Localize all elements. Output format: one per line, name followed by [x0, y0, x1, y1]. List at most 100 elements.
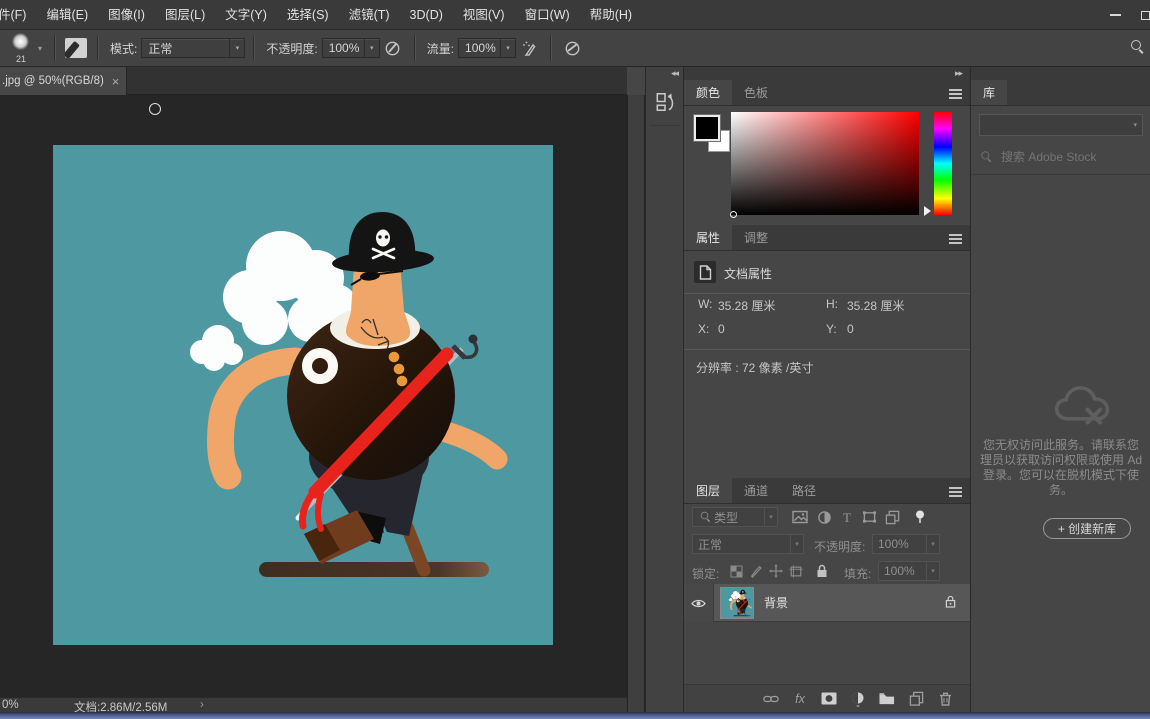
x-label: X: [698, 322, 710, 336]
eye-icon [691, 599, 706, 607]
expand-panels-button[interactable]: ◂◂ [646, 67, 683, 80]
tab-layers[interactable]: 图层 [684, 478, 733, 503]
tab-adjustments[interactable]: 调整 [732, 225, 780, 250]
scrollbar-track[interactable] [627, 95, 645, 712]
y-value[interactable]: 0 [847, 322, 854, 336]
height-value[interactable]: 35.28 厘米 [847, 297, 904, 314]
filter-pixel-layers-icon[interactable] [790, 508, 810, 526]
layer-name[interactable]: 背景 [764, 584, 788, 622]
menu-image[interactable]: 图像(I) [98, 0, 155, 30]
lock-all-icon[interactable] [812, 562, 832, 580]
brush-settings-toggle[interactable] [63, 36, 89, 60]
minimize-button[interactable] [1100, 0, 1130, 30]
layer-style-button[interactable]: fx [791, 692, 809, 706]
menu-file[interactable]: 件(F) [0, 0, 36, 30]
status-chevron-icon[interactable]: › [200, 699, 204, 711]
menu-help[interactable]: 帮助(H) [580, 0, 642, 30]
new-adjustment-layer-icon[interactable] [849, 691, 867, 707]
tab-properties[interactable]: 属性 [684, 225, 733, 250]
menu-select[interactable]: 选择(S) [277, 0, 339, 30]
lock-pixels-icon[interactable] [746, 562, 766, 580]
collapse-panels-button[interactable] [971, 67, 1150, 80]
filter-smart-objects-icon[interactable] [882, 508, 902, 526]
color-picker-handle[interactable] [730, 211, 737, 218]
tab-channels[interactable]: 通道 [732, 478, 780, 503]
new-layer-icon[interactable] [907, 691, 925, 706]
create-new-library-button[interactable]: + 创建新库 [1043, 518, 1131, 539]
ground [259, 562, 489, 577]
chevron-down-icon[interactable]: ▾ [38, 44, 42, 53]
smoothing-pressure-icon[interactable] [559, 36, 585, 60]
chevron-down-icon: ▾ [926, 535, 939, 553]
filter-adjustment-layers-icon[interactable] [814, 508, 834, 526]
close-tab-icon[interactable]: × [112, 75, 120, 88]
panel-menu-icon[interactable] [949, 487, 962, 489]
layer-visibility-toggle[interactable] [684, 584, 714, 622]
filter-type-layers-icon[interactable]: T [837, 508, 857, 526]
layer-opacity-value: 100% [878, 537, 909, 551]
hue-slider-handle[interactable] [924, 206, 931, 216]
delete-layer-icon[interactable] [936, 692, 954, 706]
color-panel [684, 106, 970, 225]
color-panel-tabs: 颜色 色板 [684, 80, 970, 106]
brush-preset-picker[interactable]: 21 [8, 32, 34, 64]
brush-tip-icon [12, 33, 29, 50]
add-layer-mask-icon[interactable] [820, 692, 838, 705]
canvas-artwork [53, 145, 553, 645]
document-tab[interactable]: .jpg @ 50%(RGB/8) × [0, 67, 127, 95]
x-value[interactable]: 0 [718, 322, 725, 336]
menu-3d[interactable]: 3D(D) [400, 0, 453, 30]
layer-filter-select[interactable]: 类型 ▾ [692, 507, 778, 527]
lock-position-icon[interactable] [766, 562, 786, 580]
tab-swatches[interactable]: 色板 [732, 80, 780, 105]
canvas-area[interactable] [0, 95, 627, 697]
filter-shape-layers-icon[interactable] [859, 508, 879, 526]
saturation-brightness-field[interactable] [730, 112, 919, 218]
tab-color[interactable]: 颜色 [684, 80, 733, 105]
new-group-icon[interactable] [878, 692, 896, 705]
lock-transparency-icon[interactable] [726, 562, 746, 580]
opacity-pressure-icon[interactable] [380, 36, 406, 60]
menu-layer[interactable]: 图层(L) [155, 0, 215, 30]
chevron-down-icon: ▾ [790, 535, 803, 553]
layer-blend-mode-select[interactable]: 正常 ▾ [692, 534, 804, 554]
foreground-color-swatch[interactable] [693, 114, 721, 142]
collapse-panels-button[interactable]: ▸▸ [684, 67, 970, 80]
tab-libraries[interactable]: 库 [971, 80, 1008, 105]
brush-size-value: 21 [15, 54, 26, 64]
link-layers-icon[interactable] [762, 694, 780, 704]
layer-row-background[interactable]: 背景 [684, 584, 970, 622]
opacity-select[interactable]: 100% ▾ [321, 38, 380, 58]
flow-label: 流量: [426, 41, 455, 56]
layer-opacity-select[interactable]: 100% ▾ [872, 534, 940, 554]
panel-menu-icon[interactable] [949, 234, 962, 236]
maximize-button[interactable] [1130, 0, 1150, 30]
library-select[interactable]: ▾ [979, 114, 1143, 136]
history-panel-icon[interactable] [649, 86, 680, 126]
chevron-down-icon: ▾ [500, 39, 515, 57]
library-search-field[interactable]: 搜索 Adobe Stock [979, 148, 1096, 165]
airbrush-icon[interactable] [516, 36, 542, 60]
menu-view[interactable]: 视图(V) [453, 0, 515, 30]
lock-artboard-icon[interactable] [786, 562, 806, 580]
panel-menu-icon[interactable] [949, 89, 962, 91]
width-value[interactable]: 35.28 厘米 [718, 297, 775, 314]
menu-window[interactable]: 窗口(W) [515, 0, 580, 30]
hue-slider[interactable] [934, 112, 952, 215]
filter-toggle-pin[interactable] [910, 508, 930, 526]
search-icon[interactable] [1130, 39, 1146, 58]
tab-paths[interactable]: 路径 [780, 478, 828, 503]
menu-edit[interactable]: 编辑(E) [36, 0, 98, 30]
layer-fill-select[interactable]: 100% ▾ [878, 561, 940, 581]
flow-select[interactable]: 100% ▾ [458, 38, 517, 58]
menu-filter[interactable]: 滤镜(T) [339, 0, 400, 30]
search-icon [981, 150, 994, 163]
document-title: .jpg @ 50%(RGB/8) [2, 75, 104, 87]
status-bar: 0% 文档:2.86M/2.56M › [0, 697, 627, 714]
menu-type[interactable]: 文字(Y) [215, 0, 277, 30]
blend-mode-select[interactable]: 正常 ▾ [141, 38, 246, 58]
tool-options-bar: 21 ▾ 模式: 正常 ▾ 不透明度: 100% ▾ 流量: 100% ▾ [0, 30, 1150, 67]
layer-thumbnail[interactable] [720, 587, 754, 619]
divider [54, 35, 56, 61]
zoom-level-field[interactable]: 0% [2, 699, 19, 711]
